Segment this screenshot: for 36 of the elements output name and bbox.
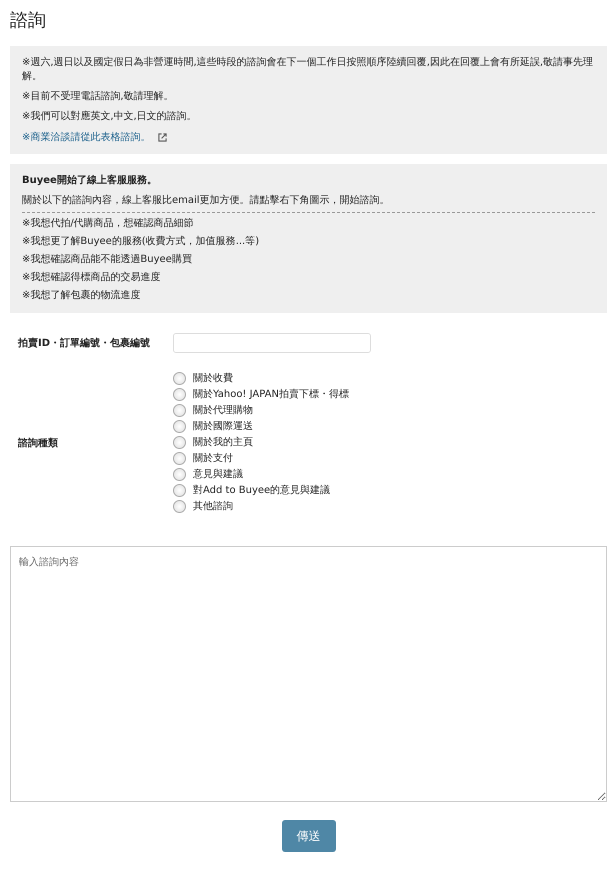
id-field-label: 拍賣ID・訂單編號・包裹編號: [18, 336, 152, 350]
chat-topic-text: ※我想確認商品能不能透過Buyee購買: [22, 253, 193, 267]
radio-button[interactable]: [173, 468, 186, 481]
radio-button[interactable]: [173, 404, 186, 417]
chat-topic-text: ※我想代拍/代購商品，想確認商品細節: [22, 217, 195, 231]
category-option[interactable]: 關於國際運送: [173, 419, 349, 434]
id-input-field[interactable]: [173, 333, 371, 353]
radio-button[interactable]: [173, 500, 186, 513]
radio-button[interactable]: [173, 388, 186, 401]
external-link-icon: [158, 132, 168, 142]
chat-topic-text: ※我想了解包裹的物流進度: [22, 289, 142, 303]
business-inquiry-link[interactable]: ※商業洽談請從此表格諮詢。: [22, 130, 168, 144]
category-option[interactable]: 關於我的主頁: [173, 435, 349, 450]
radio-button[interactable]: [173, 484, 186, 497]
category-option[interactable]: 意見與建議: [173, 467, 349, 482]
chat-topic-text: ※我想確認得標商品的交易進度: [22, 271, 162, 285]
category-option[interactable]: 關於Yahoo! JAPAN拍賣下標・得標: [173, 387, 349, 402]
radio-button[interactable]: [173, 452, 186, 465]
chat-heading: Buyee開始了線上客服服務。: [22, 174, 158, 188]
radio-button[interactable]: [173, 420, 186, 433]
submit-button[interactable]: 傳送: [282, 820, 336, 852]
notice-text: ※目前不受理電話諮詢,敬請理解。: [22, 90, 175, 104]
category-option[interactable]: 對Add to Buyee的意見與建議: [173, 483, 349, 498]
chat-intro: 關於以下的諮詢內容，線上客服比email更加方便。請點擊右下角圖示，開始諮詢。: [22, 194, 391, 208]
message-input-field[interactable]: 輸入諮詢內容: [10, 546, 607, 802]
radio-button[interactable]: [173, 372, 186, 385]
category-option[interactable]: 關於代理購物: [173, 403, 349, 418]
radio-button[interactable]: [173, 436, 186, 449]
category-option[interactable]: 其他諮詢: [173, 499, 349, 514]
category-label: 諮詢種類: [18, 436, 59, 450]
page-title: 諮詢: [10, 9, 47, 32]
category-option[interactable]: 關於收費: [173, 371, 349, 386]
notice-text: ※週六,週日以及國定假日為非營運時間,這些時段的諮詢會在下一個工作日按照順序陸續回覆,因此在回覆上會有所延誤,敬請事先理解。: [22, 56, 594, 84]
category-option[interactable]: 關於支付: [173, 451, 349, 466]
chat-topic-text: ※我想更了解Buyee的服務(收費方式，加值服務...等): [22, 235, 260, 249]
notice-text: ※我們可以對應英文,中文,日文的諮詢。: [22, 110, 198, 124]
